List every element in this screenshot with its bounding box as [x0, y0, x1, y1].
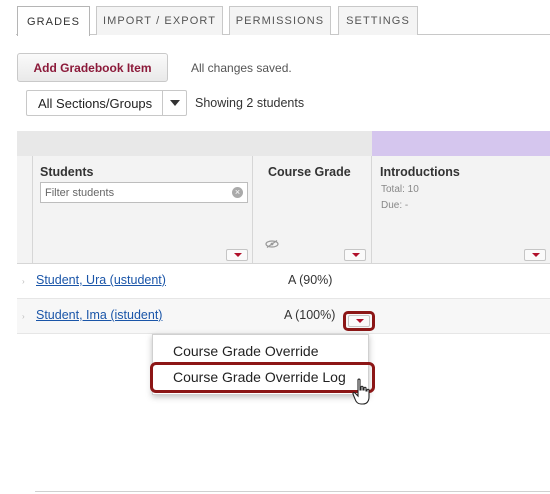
assignment-total-points: Total: 10 [381, 184, 419, 195]
showing-count-text: Showing 2 students [195, 96, 305, 110]
tab-settings[interactable]: SETTINGS [338, 6, 418, 35]
students-column-header: Students [40, 165, 94, 179]
course-grade-column-header: Course Grade [268, 165, 351, 179]
chevron-down-icon[interactable] [162, 91, 186, 115]
highlight-outline [343, 311, 375, 331]
divider [35, 491, 550, 492]
hand-pointer-cursor-icon [352, 378, 370, 405]
row-drag-handle-icon[interactable]: › [22, 312, 25, 321]
student-name-link[interactable]: Student, Ura (ustudent) [36, 273, 166, 287]
filter-students-input[interactable] [41, 183, 221, 203]
highlight-outline [150, 362, 375, 393]
course-grade-value: A (100%) [284, 308, 336, 322]
tab-grades[interactable]: GRADES [17, 6, 90, 36]
course-grade-value: A (90%) [288, 273, 333, 287]
add-gradebook-item-button[interactable]: Add Gradebook Item [17, 53, 168, 82]
category-color-band [372, 131, 550, 156]
tab-import-export[interactable]: IMPORT / EXPORT [96, 6, 223, 35]
student-name-link[interactable]: Student, Ima (istudent) [36, 308, 162, 322]
assignment-column-header[interactable]: Introductions [380, 165, 460, 179]
assignment-column-menu-button[interactable] [524, 249, 546, 261]
row-drag-handle-icon[interactable]: › [22, 277, 25, 286]
course-grade-column-menu-button[interactable] [344, 249, 366, 261]
filter-students-field[interactable]: × [40, 182, 248, 203]
save-status-text: All changes saved. [191, 61, 292, 75]
tab-bar: GRADES IMPORT / EXPORT PERMISSIONS SETTI… [0, 0, 550, 36]
students-column-menu-button[interactable] [226, 249, 248, 261]
assignment-due-date: Due: - [381, 200, 409, 211]
section-group-select[interactable]: All Sections/Groups [26, 90, 187, 116]
section-select-value: All Sections/Groups [38, 96, 153, 111]
hidden-eye-icon [265, 240, 279, 248]
menu-item-course-grade-override[interactable]: Course Grade Override [173, 343, 319, 359]
clear-filter-icon[interactable]: × [232, 187, 243, 198]
tab-permissions[interactable]: PERMISSIONS [229, 6, 331, 35]
